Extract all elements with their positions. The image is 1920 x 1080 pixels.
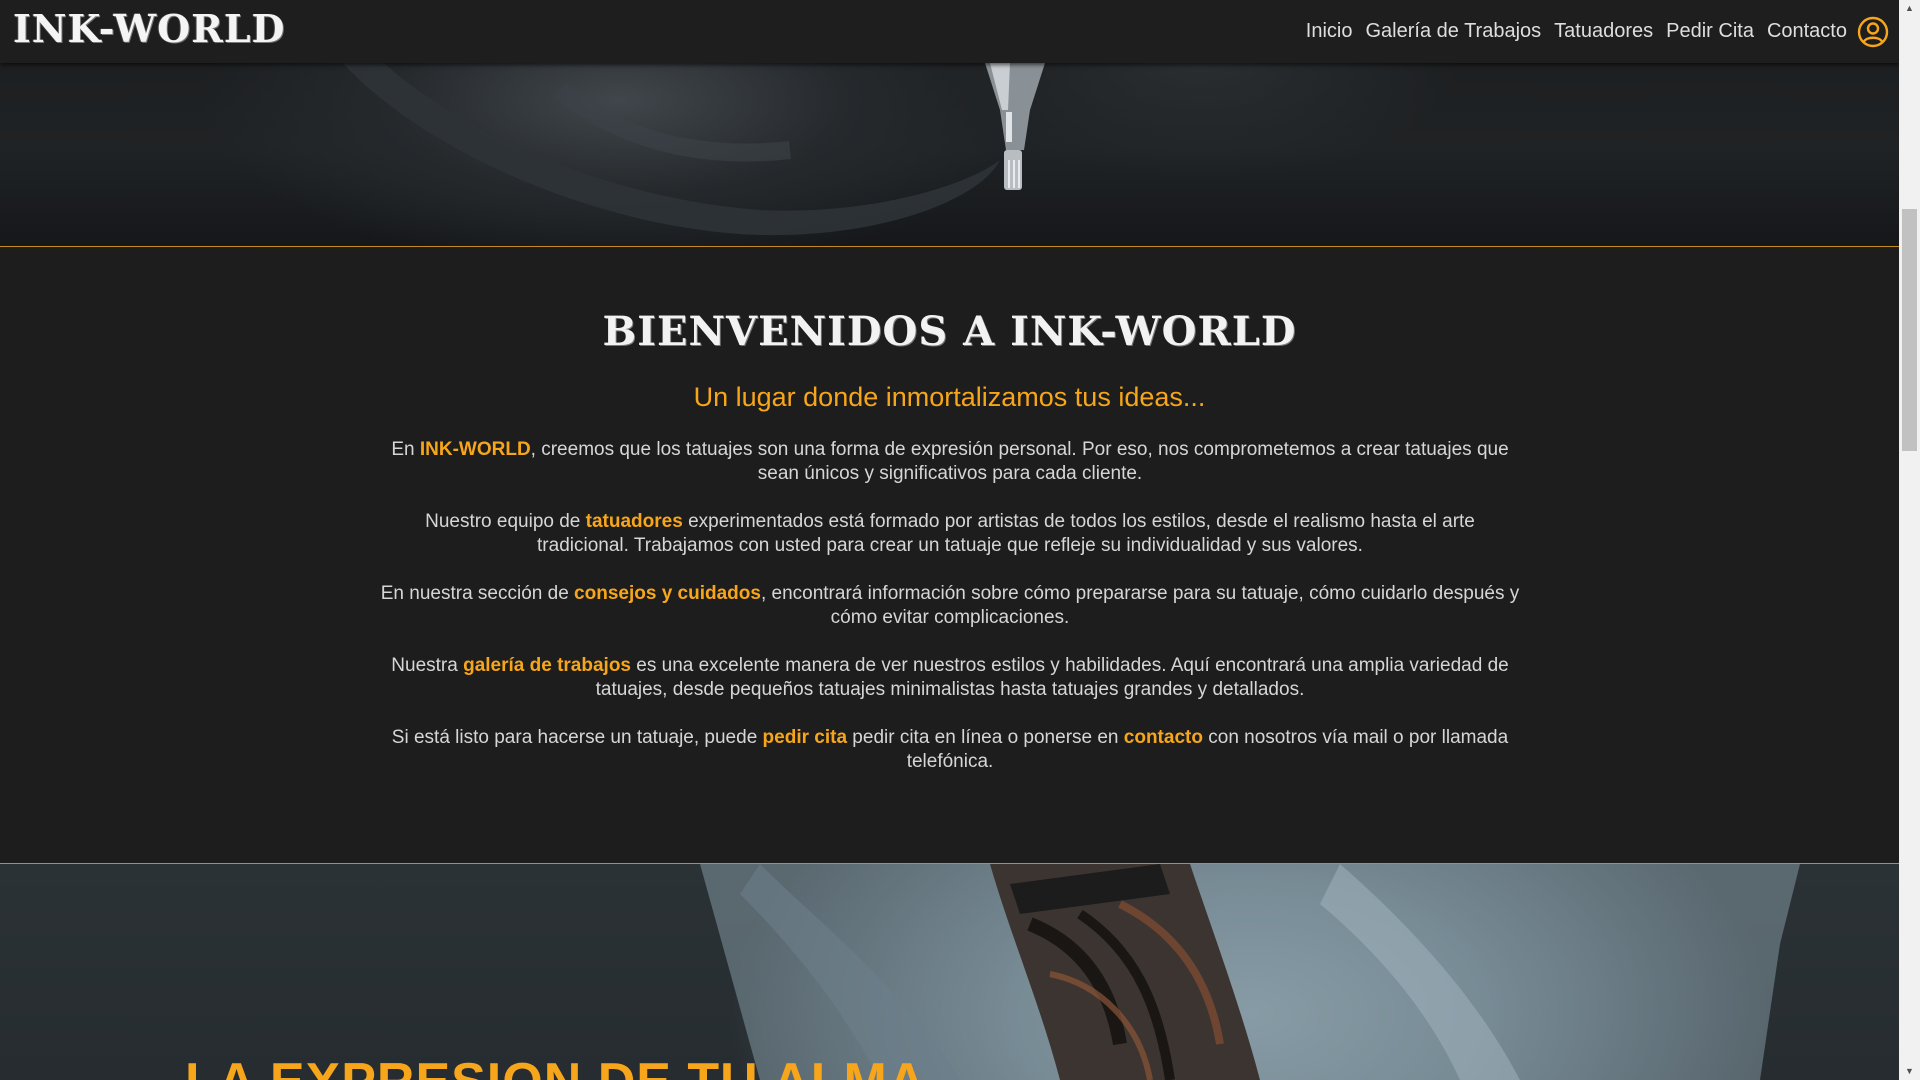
hero-bottom-image: LA EXPRESION DE TU ALMA: [0, 864, 1899, 1080]
paragraph-text: es una excelente manera de ver nuestros …: [595, 655, 1509, 700]
welcome-subtitle: Un lugar donde inmortalizamos tus ideas.…: [693, 382, 1206, 412]
brand-logo[interactable]: INK-WORLD: [13, 6, 286, 51]
highlight-link[interactable]: contacto: [1124, 727, 1203, 748]
scroll-down-arrow-icon[interactable]: ▼: [1899, 1063, 1920, 1080]
page: BIENVENIDOS A INK-WORLD Un lugar donde i…: [0, 0, 1920, 1080]
highlight-link[interactable]: tatuadores: [586, 511, 683, 532]
nav-links: Inicio Galería de Trabajos Tatuadores Pedir…: [1306, 0, 1847, 63]
hero-bottom-title: LA EXPRESION DE TU ALMA: [185, 1052, 926, 1080]
welcome-section: BIENVENIDOS A INK-WORLD Un lugar donde i…: [0, 247, 1899, 863]
paragraph-text: En: [391, 439, 420, 460]
welcome-paragraph: En nuestra sección de consejos y cuidado…: [380, 582, 1520, 630]
nav-galeria[interactable]: Galería de Trabajos: [1366, 20, 1542, 43]
paragraph-text: , encontrará información sobre cómo prep…: [760, 583, 1520, 628]
welcome-paragraph: Nuestra galería de trabajos es una excel…: [380, 654, 1520, 702]
welcome-paragraph: Si está listo para hacerse un tatuaje, p…: [380, 726, 1520, 774]
paragraph-text: Nuestro equipo de: [425, 511, 586, 532]
paragraph-text: En nuestra sección de: [380, 583, 575, 604]
highlight-link[interactable]: pedir cita: [763, 727, 847, 748]
nav-tatuadores[interactable]: Tatuadores: [1554, 20, 1653, 43]
scroll-up-arrow-icon[interactable]: ▲: [1899, 0, 1920, 17]
welcome-paragraph: En INK-WORLD, creemos que los tatuajes s…: [380, 438, 1520, 486]
tattooed-arm-illustration: [700, 864, 1800, 1080]
welcome-paragraphs: En INK-WORLD, creemos que los tatuajes s…: [380, 438, 1520, 798]
welcome-title: BIENVENIDOS A INK-WORLD: [602, 308, 1297, 355]
viewport: BIENVENIDOS A INK-WORLD Un lugar donde i…: [0, 0, 1899, 1080]
paragraph-text: Si está listo para hacerse un tatuaje, p…: [391, 727, 763, 748]
nav-contacto[interactable]: Contacto: [1767, 20, 1847, 43]
paragraph-text: pedir cita en línea o ponerse en: [847, 727, 1124, 748]
nav-inicio[interactable]: Inicio: [1306, 20, 1353, 43]
user-circle-icon[interactable]: [1857, 16, 1889, 48]
vertical-scrollbar[interactable]: ▲ ▼: [1899, 0, 1920, 1080]
scrollbar-thumb[interactable]: [1902, 209, 1917, 451]
paragraph-text: , creemos que los tatuajes son una forma…: [530, 439, 1509, 484]
highlight-link[interactable]: INK-WORLD: [420, 439, 531, 460]
navbar: INK-WORLD Inicio Galería de Trabajos Tatua…: [0, 0, 1899, 63]
highlight-link[interactable]: consejos y cuidados: [574, 583, 761, 604]
welcome-paragraph: Nuestro equipo de tatuadores experimenta…: [380, 510, 1520, 558]
paragraph-text: Nuestra: [391, 655, 464, 676]
highlight-link[interactable]: galería de trabajos: [463, 655, 631, 676]
nav-pedir-cita[interactable]: Pedir Cita: [1666, 20, 1754, 43]
